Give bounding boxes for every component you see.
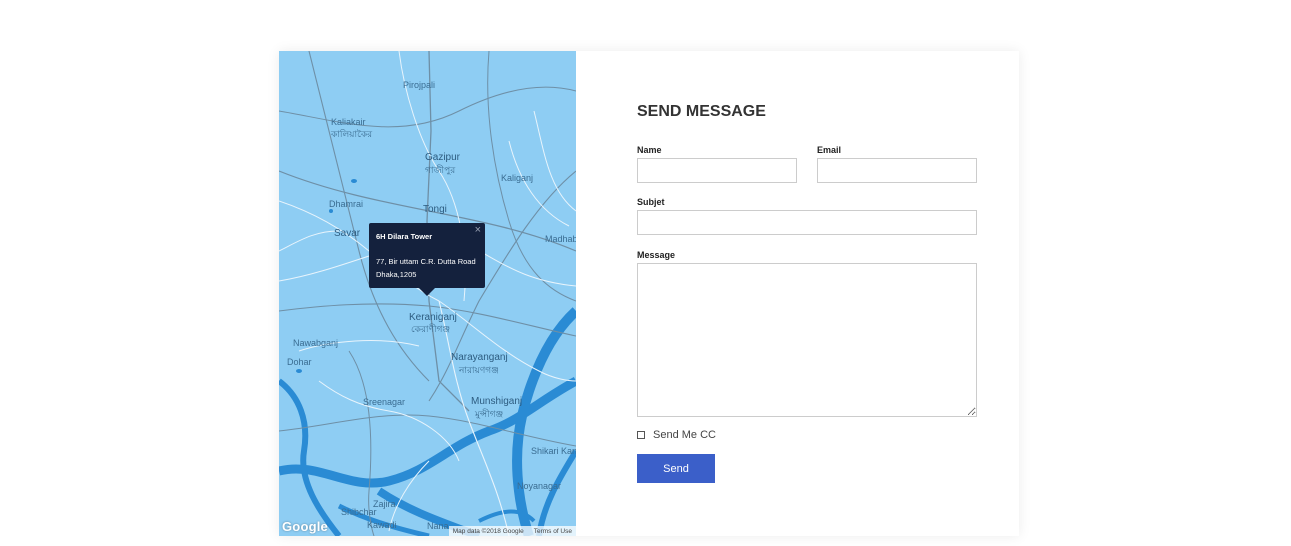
send-me-cc-option[interactable]: Send Me CC [637,429,716,441]
map-info-window: × 6H Dilara Tower 77, Bir uttam C.R. Dut… [369,223,485,296]
map-label: Nawabganj [293,338,339,348]
form-heading: SEND MESSAGE [637,103,766,120]
map-label: Kawadi [367,520,397,530]
map-label: Kaliakair [331,117,366,127]
cc-checkbox[interactable] [637,431,645,439]
cc-label: Send Me CC [653,429,716,441]
close-icon[interactable]: × [475,224,481,237]
map-label: Narayanganj [451,352,508,363]
map-label: Tongi [423,204,447,215]
map-label: কেরাণীগঞ্জ [411,324,451,334]
map-label: Shibchar [341,507,377,517]
map-attribution: Map data ©2018 Google Terms of Use [448,526,576,536]
map-label: Madhabdi [545,234,576,244]
info-window-address-line2: Dhaka,1205 [376,270,417,279]
map-label: Noyanagar [517,481,562,491]
subject-label: Subjet [637,197,665,207]
map-label: Gazipur [425,152,461,163]
email-label: Email [817,145,842,155]
map-label: Pirojpali [403,80,436,90]
contact-card: Pirojpali Kaliakair কালিয়াকৈর Gazipur গ… [279,51,1019,536]
name-input[interactable] [637,158,797,183]
map-label: কালিয়াকৈর [331,129,373,139]
send-button[interactable]: Send [637,454,715,483]
map-label: Dhamrai [329,199,364,209]
terms-link[interactable]: Terms of Use [534,528,572,535]
message-textarea[interactable] [637,263,977,417]
info-window-title: 6H Dilara Tower [376,232,433,241]
google-logo[interactable]: Google [282,519,328,534]
map-label: Shikari Kandi [531,446,576,456]
map-label: Savar [334,228,361,239]
map-label: গাজীপুর [425,165,456,175]
map[interactable]: Pirojpali Kaliakair কালিয়াকৈর Gazipur গ… [279,51,576,536]
email-input[interactable] [817,158,977,183]
map-label: Nana [427,521,449,531]
name-label: Name [637,145,662,155]
message-label: Message [637,250,676,260]
map-label: Munshiganj [471,396,523,407]
map-label: মুন্সীগঞ্জ [475,409,504,419]
map-label: Kaliganj [501,173,534,183]
map-label: Dohar [287,357,312,367]
info-window-pointer [419,288,435,296]
map-label: নারায়ণগঞ্জ [459,365,499,375]
map-data-text: Map data ©2018 Google [452,527,524,535]
info-window-address-line1: 77, Bir uttam C.R. Dutta Road [376,257,476,266]
subject-input[interactable] [637,210,977,235]
map-label: Sreenagar [363,397,406,407]
